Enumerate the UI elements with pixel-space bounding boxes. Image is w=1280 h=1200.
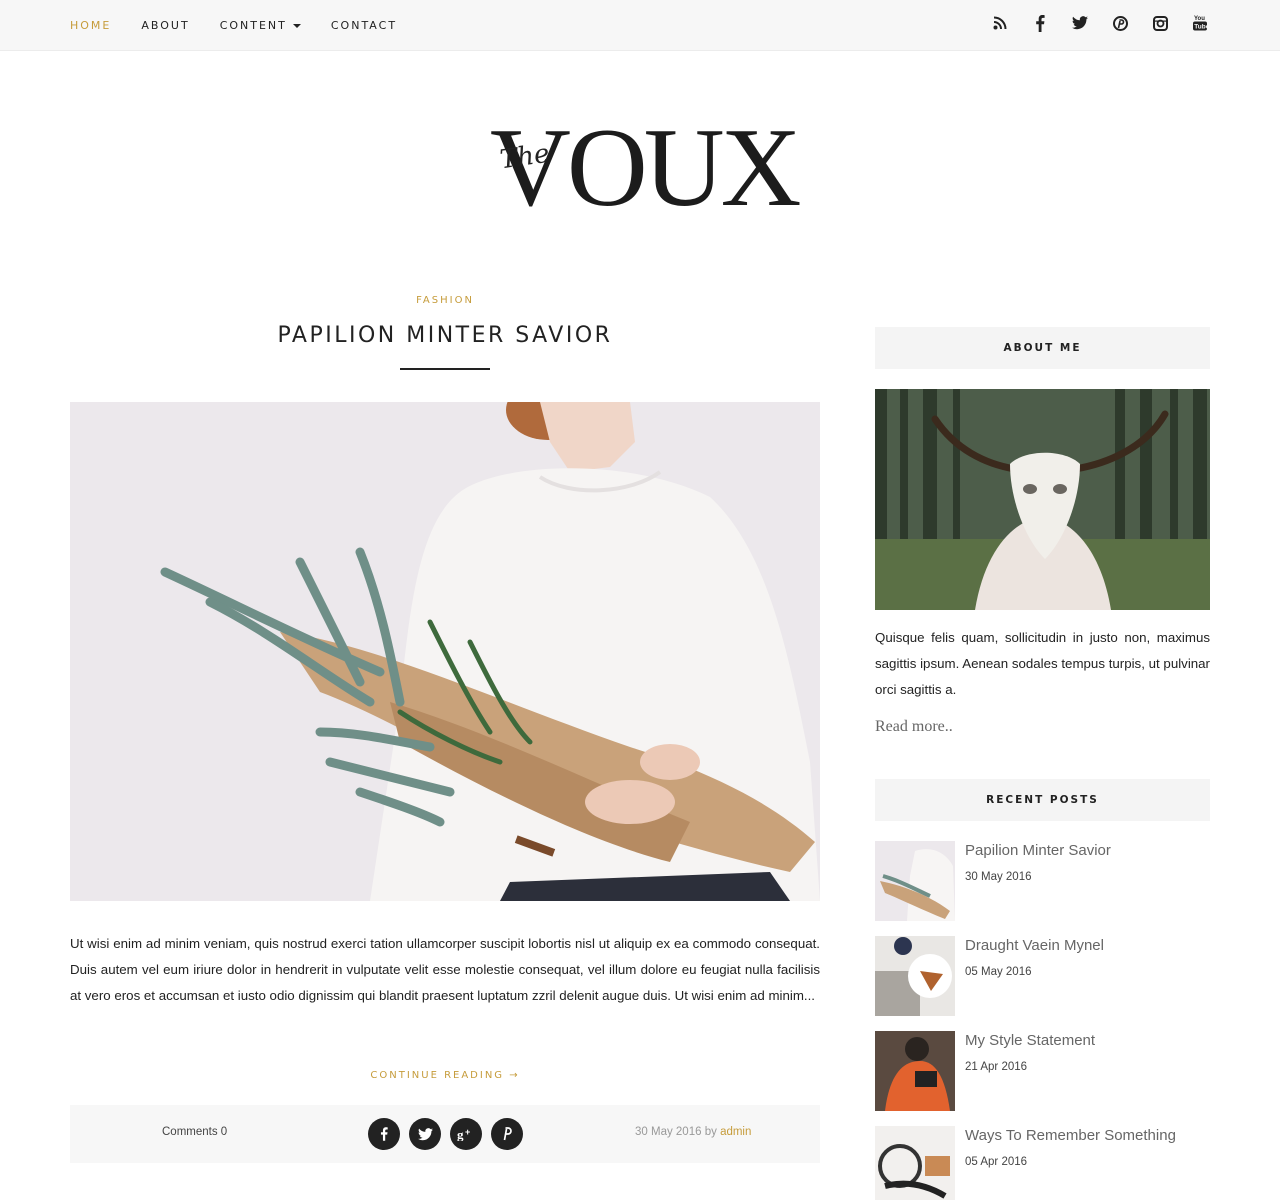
svg-text:g: g: [457, 1127, 464, 1141]
recent-post-date: 05 Apr 2016: [965, 1156, 1028, 1168]
share-buttons: g +: [368, 1118, 523, 1150]
about-me-image: [875, 389, 1210, 610]
rss-icon[interactable]: [990, 13, 1010, 33]
nav-item-home[interactable]: HOME: [70, 19, 111, 32]
nav-item-contact[interactable]: CONTACT: [331, 19, 397, 32]
comments-count[interactable]: Comments 0: [162, 1126, 227, 1138]
post-date-author: 30 May 2016 by admin: [635, 1126, 751, 1138]
share-pinterest-icon[interactable]: [491, 1118, 523, 1150]
recent-post-thumbnail[interactable]: [875, 936, 955, 1016]
post-excerpt: Ut wisi enim ad minim veniam, quis nostr…: [70, 936, 820, 1003]
nav-item-about[interactable]: ABOUT: [141, 19, 189, 32]
twitter-icon[interactable]: [1070, 13, 1090, 33]
about-read-more-link[interactable]: Read more..: [875, 718, 953, 736]
post-meta-bar: Comments 0 g + 30 May 2016 by admin: [70, 1105, 820, 1163]
recent-post-title[interactable]: My Style Statement: [965, 1032, 1095, 1049]
site-logo[interactable]: VOUX The: [490, 112, 802, 228]
recent-post-title[interactable]: Ways To Remember Something: [965, 1127, 1176, 1144]
svg-text:+: +: [465, 1127, 470, 1137]
social-links: You Tube: [990, 0, 1210, 46]
youtube-icon[interactable]: You Tube: [1190, 13, 1210, 33]
about-me-text: Quisque felis quam, sollicitudin in just…: [875, 630, 1210, 697]
title-divider: [400, 368, 490, 370]
recent-post-title[interactable]: Draught Vaein Mynel: [965, 937, 1104, 954]
nav-label-content: CONTENT: [219, 19, 287, 32]
share-facebook-icon[interactable]: [368, 1118, 400, 1150]
recent-posts-widget-title: RECENT POSTS: [875, 779, 1210, 821]
continue-reading-link[interactable]: CONTINUE READING →: [70, 1070, 820, 1081]
recent-post-item[interactable]: My Style Statement 21 Apr 2016: [875, 1031, 1210, 1111]
share-google-plus-icon[interactable]: g +: [450, 1118, 482, 1150]
nav-label-about: ABOUT: [141, 19, 190, 32]
recent-post-item[interactable]: Draught Vaein Mynel 05 May 2016: [875, 936, 1210, 1016]
svg-text:You: You: [1194, 16, 1205, 22]
recent-post-date: 30 May 2016: [965, 871, 1032, 883]
svg-text:Tube: Tube: [1194, 24, 1208, 31]
recent-post-date: 21 Apr 2016: [965, 1061, 1028, 1073]
about-widget-title: ABOUT ME: [875, 327, 1210, 369]
post-title[interactable]: PAPILION MINTER SAVIOR: [70, 323, 820, 348]
post-author-link[interactable]: admin: [720, 1126, 751, 1138]
recent-post-thumbnail[interactable]: [875, 841, 955, 921]
recent-post-title[interactable]: Papilion Minter Savior: [965, 842, 1111, 859]
post-date: 30 May 2016: [635, 1126, 702, 1138]
pinterest-icon[interactable]: [1110, 13, 1130, 33]
facebook-icon[interactable]: [1030, 13, 1050, 33]
nav-item-content[interactable]: CONTENT: [220, 19, 301, 32]
nav-label-contact: CONTACT: [330, 19, 398, 32]
recent-post-thumbnail[interactable]: [875, 1031, 955, 1111]
post-by: by: [704, 1126, 717, 1138]
instagram-icon[interactable]: [1150, 13, 1170, 33]
recent-post-item[interactable]: Ways To Remember Something 05 Apr 2016: [875, 1126, 1210, 1200]
top-navbar: HOME ABOUT CONTENT CONTACT You Tube: [0, 0, 1280, 51]
share-twitter-icon[interactable]: [409, 1118, 441, 1150]
recent-post-date: 05 May 2016: [965, 966, 1032, 978]
caret-down-icon: [292, 23, 301, 28]
recent-post-thumbnail[interactable]: [875, 1126, 955, 1200]
post-featured-image[interactable]: [70, 402, 820, 901]
recent-post-item[interactable]: Papilion Minter Savior 30 May 2016: [875, 841, 1210, 921]
main-nav: HOME ABOUT CONTENT CONTACT: [70, 0, 427, 51]
nav-label-home: HOME: [70, 19, 112, 32]
post-category[interactable]: FASHION: [70, 295, 820, 306]
